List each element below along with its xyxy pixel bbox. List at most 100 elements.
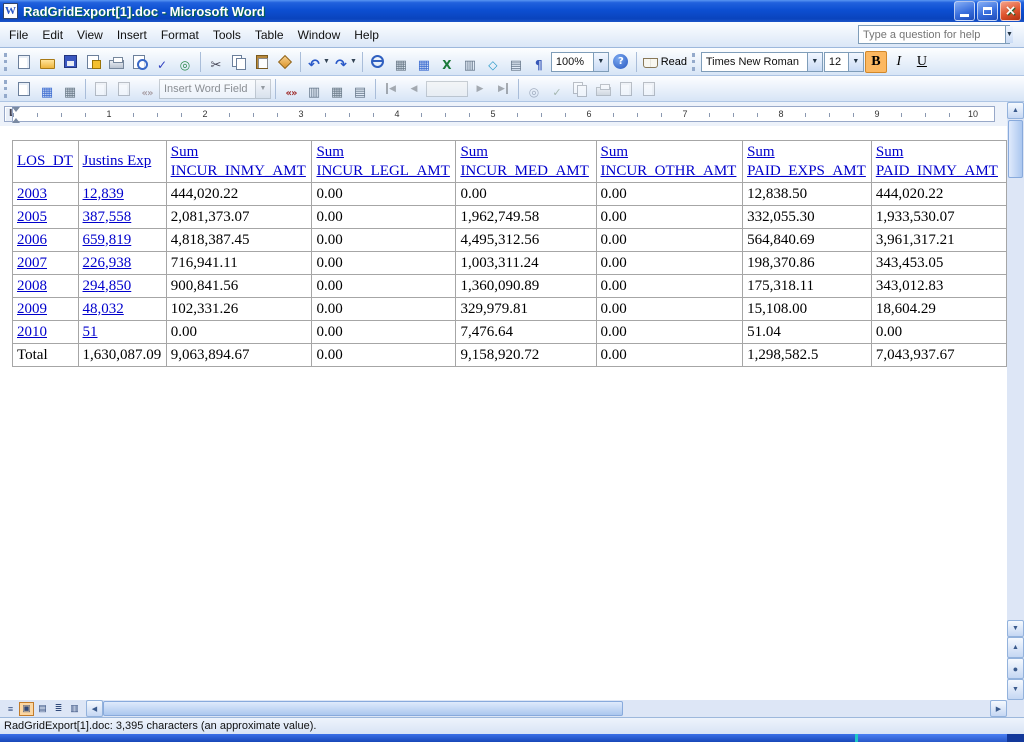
toolbar-grip[interactable] [4,52,8,71]
propagate-labels-button[interactable] [349,78,371,100]
insert-hyperlink-button[interactable] [367,51,389,73]
columns-button[interactable] [459,51,481,73]
merge-to-printer-button[interactable] [592,78,614,100]
insert-excel-button[interactable] [436,51,458,73]
year-link[interactable]: 2010 [17,324,47,340]
merge-to-new-document-button[interactable] [569,78,591,100]
horizontal-scrollbar[interactable]: ≡ ▣ ▤ ≣ ▥ ◀ ▶ [0,700,1007,717]
toolbar-grip[interactable] [4,79,8,98]
vertical-scroll-thumb[interactable] [1008,120,1023,178]
taskbar[interactable] [0,734,1024,742]
insert-greeting-line-button[interactable] [113,78,135,100]
header-link-sum[interactable]: Sum PAID_INMY_AMT [876,143,1002,181]
bold-button[interactable]: B [864,50,887,73]
exp-link[interactable]: 659,819 [83,232,132,248]
previous-object-button[interactable]: ▲ [1007,637,1024,658]
permission-button[interactable] [82,51,104,73]
mail-merge-recipients-button[interactable] [59,78,81,100]
paste-button[interactable] [251,51,273,73]
vertical-scrollbar[interactable]: ▲ ▼ ▲ ● ▼ [1007,102,1024,700]
chevron-down-icon[interactable]: ▼ [592,52,608,71]
highlight-merge-fields-button[interactable] [303,78,325,100]
scroll-left-button[interactable]: ◀ [86,700,103,717]
font-name-combo[interactable]: Times New Roman ▼ [700,51,823,72]
year-link[interactable]: 2007 [17,255,47,271]
open-data-source-button[interactable] [36,78,58,100]
menu-edit[interactable]: Edit [35,23,70,47]
chevron-down-icon[interactable]: ▼ [1005,26,1013,43]
year-link[interactable]: 2008 [17,278,47,294]
chevron-down-icon[interactable]: ▼ [806,52,822,71]
chevron-down-icon[interactable]: ▼ [350,58,357,65]
merge-to-fax-button[interactable] [638,78,660,100]
undo-button[interactable]: ▼ [305,51,331,73]
last-record-button[interactable]: ▶ [492,78,514,100]
exp-link[interactable]: 387,558 [83,209,132,225]
merge-to-email-button[interactable] [615,78,637,100]
exp-link[interactable]: 51 [83,324,98,340]
header-link-los-dt[interactable]: LOS_DT [17,153,73,169]
menu-help[interactable]: Help [347,23,386,47]
insert-table-button[interactable] [413,51,435,73]
minimize-button[interactable] [954,1,975,21]
match-fields-button[interactable] [326,78,348,100]
redo-button[interactable]: ▼ [332,51,358,73]
read-button[interactable]: Read [641,51,689,73]
copy-button[interactable] [228,51,250,73]
menu-view[interactable]: View [70,23,110,47]
view-merged-data-button[interactable] [280,78,302,100]
year-link[interactable]: 2003 [17,186,47,202]
horizontal-ruler[interactable]: 1 2 3 4 5 6 7 8 9 10 [12,106,995,123]
insert-merge-fields-button[interactable] [136,78,158,100]
research-button[interactable] [174,51,196,73]
help-input[interactable] [859,28,1005,41]
header-link-justins-exp[interactable]: Justins Exp [83,153,152,169]
scroll-up-button[interactable]: ▲ [1007,102,1024,119]
next-object-button[interactable]: ▼ [1007,679,1024,700]
vertical-scroll-track[interactable] [1007,178,1024,620]
tables-and-borders-button[interactable] [390,51,412,73]
normal-view-button[interactable]: ≡ [3,702,18,716]
chevron-down-icon[interactable]: ▼ [323,58,330,65]
help-button[interactable]: ? [610,51,632,73]
close-button[interactable]: × [1000,1,1021,21]
show-hide-button[interactable] [528,51,550,73]
underline-button[interactable]: U [911,51,933,73]
menu-format[interactable]: Format [154,23,206,47]
menu-tools[interactable]: Tools [206,23,248,47]
year-link[interactable]: 2009 [17,301,47,317]
chevron-down-icon[interactable]: ▼ [255,79,270,98]
horizontal-scroll-track[interactable] [623,700,990,717]
exp-link[interactable]: 12,839 [83,186,124,202]
header-link-sum[interactable]: Sum INCUR_OTHR_AMT [601,143,739,181]
first-record-button[interactable]: ◀ [380,78,402,100]
print-layout-view-button[interactable]: ▤ [35,702,50,716]
document-area[interactable]: LOS_DT Justins Exp Sum INCUR_INMY_AMT Sum… [0,126,1007,700]
menu-window[interactable]: Window [291,23,348,47]
new-document-button[interactable] [13,51,35,73]
header-link-sum[interactable]: Sum INCUR_INMY_AMT [171,143,308,181]
exp-link[interactable]: 294,850 [83,278,132,294]
header-link-sum[interactable]: Sum INCUR_LEGL_AMT [316,143,451,181]
exp-link[interactable]: 48,032 [83,301,124,317]
chevron-down-icon[interactable]: ▼ [847,52,863,71]
scroll-right-button[interactable]: ▶ [990,700,1007,717]
print-button[interactable] [105,51,127,73]
insert-word-field-dropdown[interactable]: Insert Word Field ▼ [159,78,271,99]
outline-view-button[interactable]: ≣ [51,702,66,716]
taskbar-tray-segment[interactable] [855,734,1007,742]
open-button[interactable] [36,51,58,73]
year-link[interactable]: 2006 [17,232,47,248]
select-browse-object-button[interactable]: ● [1007,658,1024,679]
document-map-button[interactable] [505,51,527,73]
save-button[interactable] [59,51,81,73]
find-entry-button[interactable] [523,78,545,100]
insert-address-block-button[interactable] [90,78,112,100]
menu-insert[interactable]: Insert [110,23,154,47]
year-link[interactable]: 2005 [17,209,47,225]
next-record-button[interactable]: ▶ [469,78,491,100]
scroll-down-button[interactable]: ▼ [1007,620,1024,637]
record-number-field[interactable] [426,80,468,97]
zoom-combo[interactable]: 100% ▼ [550,51,609,72]
header-link-sum[interactable]: Sum PAID_EXPS_AMT [747,143,867,181]
